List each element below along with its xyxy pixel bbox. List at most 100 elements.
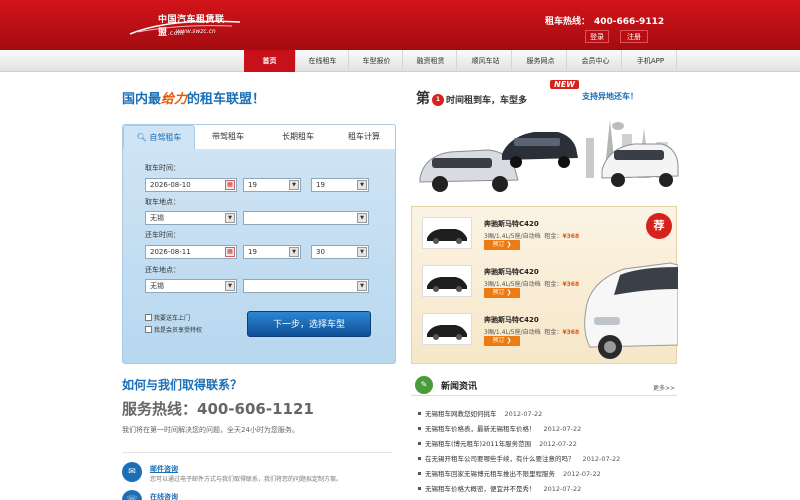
white-car-icon <box>584 262 679 359</box>
return-time-label: 还车时间： <box>145 231 180 239</box>
car-rent-label: 租金： <box>544 329 563 336</box>
tab-long-term[interactable]: 长期租车 <box>267 125 329 149</box>
book-button[interactable]: 预订 ❯ <box>484 240 520 250</box>
online-contact-link[interactable]: 在线咨询 <box>150 492 178 500</box>
return-hour-value: 19 <box>248 248 257 256</box>
nav-item-leasing[interactable]: 融资租赁 <box>405 50 457 72</box>
car-spec-text: 3厢/1.4L/5座/自动档 <box>484 329 541 336</box>
news-item-date: 2012-07-22 <box>543 425 582 433</box>
return-hour-select[interactable]: 19 ▼ <box>243 245 301 259</box>
pickup-store-select[interactable]: ▼ <box>243 211 369 225</box>
nav-item-app[interactable]: 手机APP <box>625 50 677 72</box>
car-name: 奔驰斯马特C420 <box>484 268 539 276</box>
pickup-city-select[interactable]: 无锡 ▼ <box>145 211 237 225</box>
site-header: 中国汽车租赁联盟.com www.swzc.cn 租车热线： 400-666-91… <box>0 0 800 50</box>
mail-icon: ✉ <box>122 462 142 482</box>
promo-banner: 第 1 时间租到车，车型多 <box>416 88 527 108</box>
car-thumbnail[interactable] <box>422 313 472 345</box>
return-min-select[interactable]: 30 ▼ <box>311 245 369 259</box>
email-contact-desc: 您可以通过电子邮件方式与我们取得联系，我们将您的问题拟定制方案。 <box>150 476 343 483</box>
pickup-hour-value: 19 <box>248 181 257 189</box>
tab-self-drive[interactable]: 🔍︎ 自驾租车 <box>123 125 195 149</box>
news-item[interactable]: 无锡租车价格大概密，便宜并不是秀！ 2012-07-22 <box>418 483 581 493</box>
email-contact[interactable]: ✉ 邮件咨询 您可以通过电子邮件方式与我们取得联系，我们将您的问题拟定制方案。 <box>122 462 402 484</box>
news-item-title: 无锡租车价格表，最新无锡租车价格！ <box>425 425 536 433</box>
main-nav: 首页 在线租车 车型报价 融资租赁 顺风车站 服务网点 会员中心 手机APP <box>0 50 800 72</box>
car-thumbnail[interactable] <box>422 265 472 297</box>
car-card[interactable]: 奔驰斯马特C420 3厢/1.4L/5座/自动档 租金：¥368 预订 ❯ <box>422 265 580 301</box>
nav-item-outlets[interactable]: 服务网点 <box>515 50 567 72</box>
chevron-down-icon: ▼ <box>357 213 367 223</box>
pickup-min-select[interactable]: 19 ▼ <box>311 178 369 192</box>
featured-cars: 荐 奔驰斯马特C420 3厢/1.4L/5座/自动档 租金：¥368 预订 ❯ … <box>411 206 679 364</box>
bullet-icon <box>418 487 421 490</box>
book-button-label: 预订 <box>492 337 505 344</box>
register-button[interactable]: 注册 <box>620 30 648 43</box>
news-item-title: 无锡租车回家无锡博元租车推出不限里程服务 <box>425 470 555 478</box>
pickup-date-input[interactable]: 2026-08-10 ▦ <box>145 178 237 192</box>
login-button[interactable]: 登录 <box>585 30 609 43</box>
bullet-icon <box>418 427 421 430</box>
door-delivery-option[interactable]: 我要送车上门 <box>145 313 190 322</box>
book-button[interactable]: 预订 ❯ <box>484 336 520 346</box>
nav-item-member[interactable]: 会员中心 <box>570 50 622 72</box>
news-more-link[interactable]: 更多>> <box>653 383 675 392</box>
news-item[interactable]: 无锡租车价格表，最新无锡租车价格！ 2012-07-22 <box>418 423 581 433</box>
chevron-down-icon: ▼ <box>225 281 235 291</box>
news-item[interactable]: 无锡租车网教您如何挑车 2012-07-22 <box>418 408 542 418</box>
next-step-button[interactable]: 下一步，选择车型 <box>247 311 371 337</box>
nav-item-rideshare[interactable]: 顺风车站 <box>460 50 512 72</box>
chevron-down-icon: ▼ <box>357 180 367 190</box>
car-spec-text: 3厢/1.4L/5座/自动档 <box>484 281 541 288</box>
news-item-title: 无锡租车(博元租车)2011年服务范围 <box>425 440 532 448</box>
chevron-down-icon: ▼ <box>357 247 367 257</box>
bullet-icon <box>418 457 421 460</box>
door-delivery-checkbox[interactable] <box>145 314 152 321</box>
book-button-label: 预订 <box>492 289 505 296</box>
news-item[interactable]: 在无锡开租车公司要哪些手续，有什么要注意的吗？ 2012-07-22 <box>418 453 620 463</box>
pickup-hour-select[interactable]: 19 ▼ <box>243 178 301 192</box>
news-item-date: 2012-07-22 <box>539 440 577 448</box>
news-item[interactable]: 无锡租车回家无锡博元租车推出不限里程服务 2012-07-22 <box>418 468 601 478</box>
online-contact[interactable]: ☏ 在线咨询 <box>122 490 402 500</box>
news-item-title: 在无锡开租车公司要哪些手续，有什么要注意的吗？ <box>425 455 575 463</box>
news-item[interactable]: 无锡租车(博元租车)2011年服务范围 2012-07-22 <box>418 438 577 448</box>
nav-item-home[interactable]: 首页 <box>244 50 296 72</box>
car-thumbnail[interactable] <box>422 217 472 249</box>
email-contact-link[interactable]: 邮件咨询 <box>150 464 178 474</box>
nav-item-online-rent[interactable]: 在线租车 <box>297 50 349 72</box>
news-item-date: 2012-07-22 <box>582 455 621 463</box>
return-place-label: 还车地点： <box>145 266 180 274</box>
calendar-icon[interactable]: ▦ <box>225 180 235 190</box>
car-icon <box>427 277 467 292</box>
pickup-city-value: 无锡 <box>150 214 164 222</box>
nav-item-price[interactable]: 车型报价 <box>351 50 403 72</box>
car-price: ¥368 <box>562 233 580 240</box>
return-date-input[interactable]: 2026-08-11 ▦ <box>145 245 237 259</box>
pickup-min-value: 19 <box>316 181 325 189</box>
car-card[interactable]: 奔驰斯马特C420 3厢/1.4L/5座/自动档 租金：¥368 预订 ❯ <box>422 313 580 349</box>
return-date-value: 2026-08-11 <box>150 248 191 256</box>
site-logo[interactable]: 中国汽车租赁联盟.com www.swzc.cn <box>128 10 248 40</box>
car-card[interactable]: 奔驰斯马特C420 3厢/1.4L/5座/自动档 租金：¥368 预订 ❯ <box>422 217 580 253</box>
promo-badge: 1 <box>432 94 444 106</box>
calendar-icon[interactable]: ▦ <box>225 247 235 257</box>
bullet-icon <box>418 472 421 475</box>
contact-title: 如何与我们取得联系？ <box>122 378 243 392</box>
car-price: ¥368 <box>562 281 580 288</box>
return-city-select[interactable]: 无锡 ▼ <box>145 279 237 293</box>
tab-with-driver[interactable]: 带驾租车 <box>197 125 259 149</box>
promo-right: 支持异地还车！ <box>582 92 638 101</box>
car-spec: 3厢/1.4L/5座/自动档 租金：¥368 <box>484 279 579 288</box>
chevron-down-icon: ▼ <box>357 281 367 291</box>
pickup-place-label: 取车地点： <box>145 198 180 206</box>
book-button[interactable]: 预订 ❯ <box>484 288 520 298</box>
pickup-date-value: 2026-08-10 <box>150 181 191 189</box>
promo-di: 第 <box>416 91 430 107</box>
return-store-select[interactable]: ▼ <box>243 279 369 293</box>
vip-option[interactable]: 我是会员享受特权 <box>145 325 202 334</box>
car-spec: 3厢/1.4L/5座/自动档 租金：¥368 <box>484 327 579 336</box>
tab-calculator[interactable]: 租车计算 <box>333 125 395 149</box>
booking-panel: 🔍︎ 自驾租车 带驾租车 长期租车 租车计算 取车时间： 2026-08-10 … <box>122 124 396 364</box>
vip-checkbox[interactable] <box>145 326 152 333</box>
